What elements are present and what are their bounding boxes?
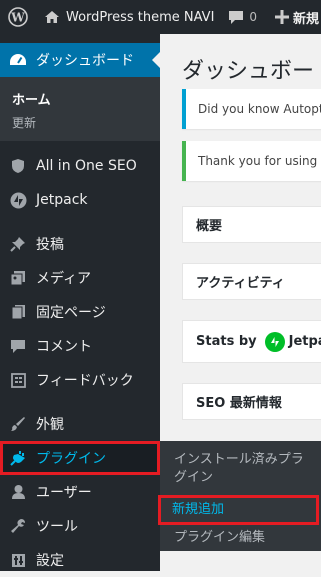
flyout-add-new[interactable]: 新規追加 [158, 495, 319, 525]
menu-spacer [0, 141, 160, 149]
user-icon [8, 482, 28, 502]
menu-label: 設定 [36, 553, 64, 569]
submenu-home[interactable]: ホーム [0, 85, 160, 110]
menu-jetpack[interactable]: Jetpack [0, 183, 160, 217]
menu-tools[interactable]: ツール [0, 509, 160, 543]
menu-appearance[interactable]: 外観 [0, 407, 160, 441]
menu-posts[interactable]: 投稿 [0, 227, 160, 261]
new-content-link[interactable]: 新規 [293, 0, 319, 34]
admin-sidebar: ダッシュボード ホーム 更新 All in One SEO Jetpack 投稿… [0, 34, 160, 571]
menu-dashboard-label: ダッシュボード [36, 53, 134, 69]
menu-media[interactable]: メディア [0, 261, 160, 295]
flyout-installed-plugins[interactable]: インストール済みプラグイン [160, 451, 321, 487]
plus-icon[interactable] [275, 0, 290, 34]
menu-feedback[interactable]: フィードバック [0, 363, 160, 397]
brush-icon [8, 414, 28, 434]
menu-label: コメント [36, 339, 92, 355]
jetpack-wordmark: Jetpack [288, 334, 321, 349]
menu-label: メディア [36, 271, 92, 287]
menu-label: All in One SEO [36, 158, 137, 174]
menu-label: 投稿 [36, 237, 64, 253]
menu-label: 外観 [36, 417, 64, 433]
home-icon[interactable] [44, 0, 60, 34]
menu-dashboard[interactable]: ダッシュボード [0, 43, 160, 77]
comment-bubble-icon [229, 10, 244, 24]
admin-bar: W WordPress theme NAVI 0 新規 [0, 0, 321, 34]
menu-label: ユーザー [36, 485, 92, 501]
media-icon [8, 268, 28, 288]
menu-all-in-one-seo[interactable]: All in One SEO [0, 149, 160, 183]
page-title: ダッシュボー [182, 59, 315, 84]
menu-label: フィードバック [36, 373, 134, 389]
notice-thank-you: Thank you for using [182, 141, 321, 181]
menu-plugins[interactable]: プラグイン [0, 441, 160, 475]
dashboard-submenu: ホーム 更新 [0, 77, 160, 141]
postbox-stats[interactable]: Stats by Jetpack [182, 320, 321, 363]
postbox-title: Stats by [196, 334, 257, 349]
comment-count: 0 [249, 10, 258, 24]
menu-users[interactable]: ユーザー [0, 475, 160, 509]
pages-icon [8, 302, 28, 322]
postbox-title: 概要 [196, 219, 223, 234]
comment-icon [8, 336, 28, 356]
plugin-icon [8, 448, 28, 468]
postbox-title: アクティビティ [196, 276, 285, 291]
feedback-icon [8, 370, 28, 390]
postbox-seo-news[interactable]: SEO 最新情報 [182, 383, 321, 420]
site-name-link[interactable]: WordPress theme NAVI [66, 0, 214, 34]
plugins-flyout-menu: インストール済みプラグイン 新規追加 プラグイン編集 [158, 441, 321, 551]
menu-label: ツール [36, 519, 78, 535]
settings-icon [8, 550, 28, 570]
menu-pages[interactable]: 固定ページ [0, 295, 160, 329]
menu-label: 固定ページ [36, 305, 106, 321]
postbox-title: SEO 最新情報 [196, 396, 282, 411]
menu-comments[interactable]: コメント [0, 329, 160, 363]
dashboard-icon [8, 50, 28, 70]
comments-link[interactable]: 0 [228, 0, 257, 34]
wordpress-logo-icon[interactable]: W [4, 0, 32, 34]
postbox-overview[interactable]: 概要 [182, 206, 321, 243]
jetpack-icon [8, 190, 28, 210]
menu-label: プラグイン [36, 451, 106, 467]
menu-label: Jetpack [36, 192, 88, 208]
menu-separator [0, 217, 160, 227]
wrench-icon [8, 516, 28, 536]
svg-text:W: W [10, 11, 25, 25]
postbox-activity[interactable]: アクティビティ [182, 263, 321, 300]
submenu-updates[interactable]: 更新 [0, 110, 160, 135]
flyout-plugin-editor[interactable]: プラグイン編集 [160, 529, 321, 547]
pin-icon [8, 234, 28, 254]
menu-separator [0, 397, 160, 407]
jetpack-logo-icon [264, 331, 285, 352]
flyout-add-new-label: 新規追加 [172, 502, 225, 517]
menu-settings[interactable]: 設定 [0, 543, 160, 577]
notice-autoptimize: Did you know Autopt [182, 89, 321, 129]
shield-icon [8, 156, 28, 176]
